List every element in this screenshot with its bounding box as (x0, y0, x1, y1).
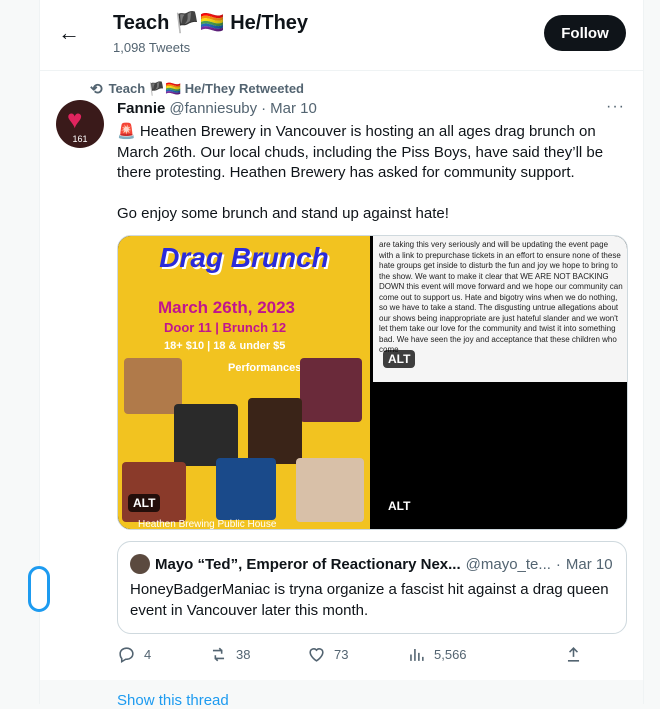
back-arrow-icon[interactable]: ← (56, 20, 82, 46)
quoted-tweet-text: HoneyBadgerManiac is tryna organize a fa… (130, 581, 609, 619)
tweet-text: 🚨 Heathen Brewery in Vancouver is hostin… (117, 122, 627, 224)
flyer-footer: Heathen Brewing Public House (138, 519, 277, 530)
share-icon (567, 647, 580, 662)
tweet-time[interactable]: Mar 10 (270, 100, 317, 117)
quoted-tweet-header: Mayo “Ted”, Emperor of Reactionary Nex..… (130, 554, 613, 574)
reply-button[interactable]: 4 (117, 645, 151, 664)
heart-icon: ♥ (67, 104, 83, 134)
drag-brunch-flyer-image[interactable]: Drag Brunch March 26th, 2023 Door 11 | B… (118, 236, 370, 529)
reply-icon (119, 647, 134, 664)
separator: · (261, 100, 267, 117)
performer-photo (300, 358, 362, 422)
tweet-paragraph-1: 🚨 Heathen Brewery in Vancouver is hostin… (117, 123, 604, 181)
performer-photo (122, 462, 186, 522)
show-thread-link[interactable]: Show this thread (117, 692, 229, 709)
side-button[interactable] (28, 566, 50, 612)
avatar[interactable]: ♥ 161 (56, 100, 104, 148)
separator: · (555, 555, 561, 573)
tweet-author: Fannie @fanniesuby · Mar 10 (117, 100, 317, 117)
more-options-icon[interactable]: ··· (606, 98, 625, 116)
tweet-count: 1,098 Tweets (113, 40, 191, 55)
tweet-paragraph-2: Go enjoy some brunch and stand up agains… (117, 204, 449, 222)
performer-photo (216, 458, 276, 520)
timeline-column: ← Teach 🏴🏳️‍🌈 He/They 1,098 Tweets Follo… (28, 0, 644, 709)
views-chart-icon (410, 648, 424, 661)
alt-badge[interactable]: ALT (383, 350, 416, 368)
alt-badge[interactable]: ALT (128, 494, 161, 512)
alt-badge[interactable]: ALT (383, 497, 416, 515)
quoted-tweet[interactable]: Mayo “Ted”, Emperor of Reactionary Nex..… (117, 541, 627, 634)
performer-photo (248, 398, 302, 464)
quoted-author-handle: @mayo_te... (465, 555, 551, 573)
flyer-date: March 26th, 2023 (158, 298, 296, 317)
profile-header: ← Teach 🏴🏳️‍🌈 He/They 1,098 Tweets Follo… (40, 0, 643, 71)
retweet-context-text: Teach 🏴🏳️‍🌈 He/They Retweeted (108, 81, 304, 96)
like-button[interactable]: 73 (307, 645, 348, 664)
performer-photo (174, 404, 238, 466)
author-handle[interactable]: @fanniesuby (169, 100, 257, 117)
retweet-icon: ⟲ (90, 81, 103, 98)
retweet-icon (212, 647, 225, 662)
heart-outline-icon (309, 648, 324, 662)
statement-screenshot-image[interactable]: are taking this very seriously and will … (373, 236, 627, 382)
retweet-button[interactable]: 38 (209, 645, 250, 664)
views-button[interactable]: 5,566 (407, 645, 467, 664)
avatar-badge: 161 (72, 134, 88, 144)
retweet-count: 38 (236, 647, 251, 662)
performer-photo (296, 458, 364, 522)
flyer-title: Drag Brunch (159, 242, 329, 273)
statement-text: are taking this very seriously and will … (379, 240, 623, 354)
quoted-tweet-time: Mar 10 (565, 555, 613, 573)
author-name[interactable]: Fannie (117, 100, 165, 117)
media-grid[interactable]: Drag Brunch March 26th, 2023 Door 11 | B… (117, 235, 628, 530)
share-button[interactable] (564, 645, 583, 664)
reply-count: 4 (144, 647, 152, 662)
like-count: 73 (334, 647, 349, 662)
quoted-author-name: Mayo “Ted”, Emperor of Reactionary Nex..… (155, 555, 461, 573)
view-count: 5,566 (434, 647, 467, 662)
avatar (130, 554, 150, 574)
follow-button[interactable]: Follow (544, 15, 626, 51)
show-thread-row: Show this thread (40, 680, 643, 709)
tweet-actions: 4 38 73 5,566 (117, 645, 637, 669)
dark-image[interactable]: ALT (373, 384, 627, 529)
flyer-price: 18+ $10 | 18 & under $5 (164, 340, 286, 352)
profile-title: Teach 🏴🏳️‍🌈 He/They (113, 12, 309, 34)
flyer-door: Door 11 | Brunch 12 (164, 320, 287, 335)
retweet-context[interactable]: ⟲ Teach 🏴🏳️‍🌈 He/They Retweeted (90, 80, 304, 98)
